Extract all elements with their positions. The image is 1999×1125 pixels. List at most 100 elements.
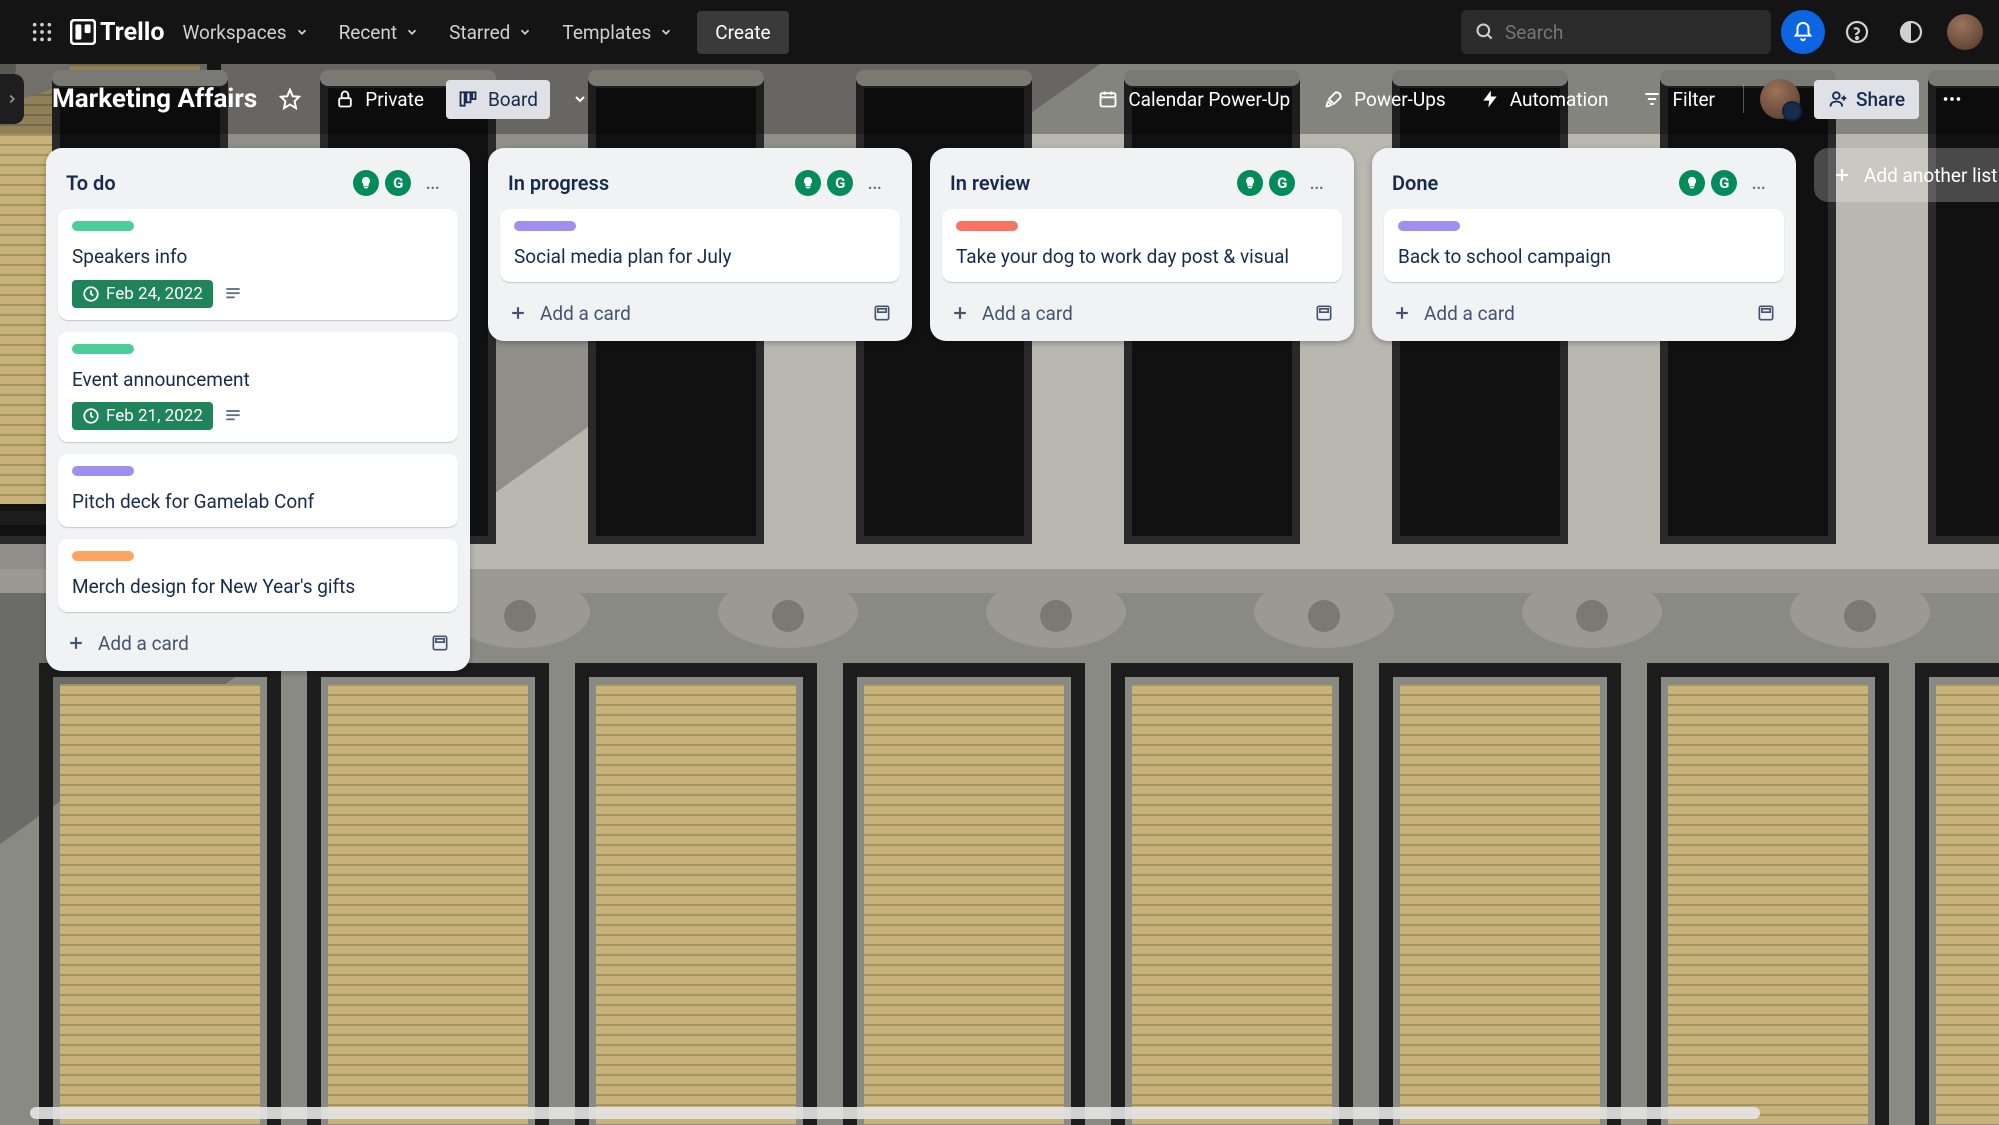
card-title: Event announcement — [72, 367, 444, 393]
card-label — [72, 466, 134, 476]
card-label — [72, 551, 134, 561]
chevron-down-icon — [659, 25, 673, 39]
apps-icon[interactable] — [20, 10, 64, 54]
help-icon[interactable] — [1835, 10, 1879, 54]
suggestion-icon[interactable] — [1679, 170, 1705, 196]
add-card-label: Add a card — [540, 302, 631, 325]
board-icon — [458, 89, 478, 109]
list-menu-button[interactable]: … — [1301, 166, 1334, 199]
card-title: Speakers info — [72, 244, 444, 270]
horizontal-scrollbar[interactable] — [30, 1107, 1760, 1119]
filter-button[interactable]: Filter — [1630, 80, 1726, 119]
card[interactable]: Event announcement Feb 21, 2022 — [58, 332, 458, 443]
list-title[interactable]: In progress — [508, 171, 795, 195]
card[interactable]: Social media plan for July — [500, 209, 900, 282]
calendar-powerup-button[interactable]: Calendar Power-Up — [1086, 80, 1302, 119]
list-menu-button[interactable]: … — [1743, 166, 1776, 199]
star-button[interactable] — [267, 80, 313, 118]
list: To do G … Speakers info Feb 24, 2022 Even… — [46, 148, 470, 671]
add-card-row: Add a card — [58, 624, 458, 659]
view-switch-button[interactable] — [560, 83, 600, 115]
add-card-label: Add a card — [982, 302, 1073, 325]
card-template-button[interactable] — [1314, 303, 1334, 323]
chevron-down-icon — [518, 25, 532, 39]
recent-menu[interactable]: Recent — [327, 13, 432, 52]
create-button[interactable]: Create — [697, 11, 788, 54]
chevron-down-icon — [295, 25, 309, 39]
templates-menu[interactable]: Templates — [550, 13, 685, 52]
notifications-icon[interactable] — [1781, 10, 1825, 54]
due-badge: Feb 21, 2022 — [72, 402, 213, 430]
card-badges: Feb 24, 2022 — [72, 280, 444, 308]
star-icon — [279, 88, 301, 110]
search-input[interactable] — [1461, 10, 1771, 54]
list-extensions: G — [1679, 170, 1737, 196]
visibility-button[interactable]: Private — [323, 80, 436, 119]
add-list-button[interactable]: Add another list — [1814, 148, 1999, 202]
board-menu-button[interactable] — [1929, 80, 1975, 118]
suggestion-icon[interactable] — [1237, 170, 1263, 196]
list-title[interactable]: In review — [950, 171, 1237, 195]
card[interactable]: Back to school campaign — [1384, 209, 1784, 282]
bolt-icon — [1480, 89, 1500, 109]
board-title[interactable]: Marketing Affairs — [52, 84, 257, 114]
add-card-row: Add a card — [942, 294, 1342, 329]
trello-logo[interactable]: Trello — [70, 18, 164, 47]
grammarly-icon[interactable]: G — [1711, 170, 1737, 196]
card[interactable]: Speakers info Feb 24, 2022 — [58, 209, 458, 320]
lock-icon — [335, 89, 355, 109]
card-label — [956, 221, 1018, 231]
list-menu-button[interactable]: … — [859, 166, 892, 199]
grammarly-icon[interactable]: G — [385, 170, 411, 196]
list-title[interactable]: Done — [1392, 171, 1679, 195]
clock-icon — [82, 285, 100, 303]
member-avatar[interactable] — [1760, 79, 1800, 119]
due-badge: Feb 24, 2022 — [72, 280, 213, 308]
filter-icon — [1642, 89, 1662, 109]
account-avatar[interactable] — [1947, 14, 1983, 50]
card[interactable]: Take your dog to work day post & visual — [942, 209, 1342, 282]
card[interactable]: Merch design for New Year's gifts — [58, 539, 458, 612]
starred-menu[interactable]: Starred — [437, 13, 544, 52]
powerups-button[interactable]: Power-Ups — [1312, 80, 1458, 119]
card-title: Merch design for New Year's gifts — [72, 574, 444, 600]
card-template-button[interactable] — [430, 633, 450, 653]
add-card-row: Add a card — [500, 294, 900, 329]
lists-container: To do G … Speakers info Feb 24, 2022 Even… — [0, 134, 1999, 1125]
add-card-button[interactable]: Add a card — [950, 302, 1073, 325]
rocket-icon — [1324, 89, 1344, 109]
card-title: Social media plan for July — [514, 244, 886, 270]
more-icon — [1941, 88, 1963, 110]
list-title[interactable]: To do — [66, 171, 353, 195]
add-list-label: Add another list — [1864, 164, 1997, 187]
automation-button[interactable]: Automation — [1468, 80, 1621, 119]
share-button[interactable]: Share — [1814, 80, 1919, 119]
board-view-button[interactable]: Board — [446, 80, 550, 119]
list: In review G … Take your dog to work day … — [930, 148, 1354, 341]
board-header: Marketing Affairs Private Board Calendar… — [0, 64, 1999, 134]
board-wrap: Marketing Affairs Private Board Calendar… — [0, 64, 1999, 1125]
add-card-button[interactable]: Add a card — [1392, 302, 1515, 325]
user-plus-icon — [1828, 89, 1848, 109]
workspaces-menu[interactable]: Workspaces — [170, 13, 320, 52]
calendar-icon — [1098, 89, 1118, 109]
grammarly-icon[interactable]: G — [1269, 170, 1295, 196]
card-title: Back to school campaign — [1398, 244, 1770, 270]
grammarly-icon[interactable]: G — [827, 170, 853, 196]
add-card-label: Add a card — [98, 632, 189, 655]
list-menu-button[interactable]: … — [417, 166, 450, 199]
card-template-button[interactable] — [1756, 303, 1776, 323]
suggestion-icon[interactable] — [795, 170, 821, 196]
theme-icon[interactable] — [1889, 10, 1933, 54]
add-card-button[interactable]: Add a card — [508, 302, 631, 325]
list-header: Done G … — [1384, 160, 1784, 209]
add-card-label: Add a card — [1424, 302, 1515, 325]
card[interactable]: Pitch deck for Gamelab Conf — [58, 454, 458, 527]
suggestion-icon[interactable] — [353, 170, 379, 196]
list-extensions: G — [1237, 170, 1295, 196]
list-extensions: G — [353, 170, 411, 196]
search-field[interactable] — [1505, 21, 1757, 44]
card-template-button[interactable] — [872, 303, 892, 323]
description-icon — [223, 284, 243, 304]
add-card-button[interactable]: Add a card — [66, 632, 189, 655]
